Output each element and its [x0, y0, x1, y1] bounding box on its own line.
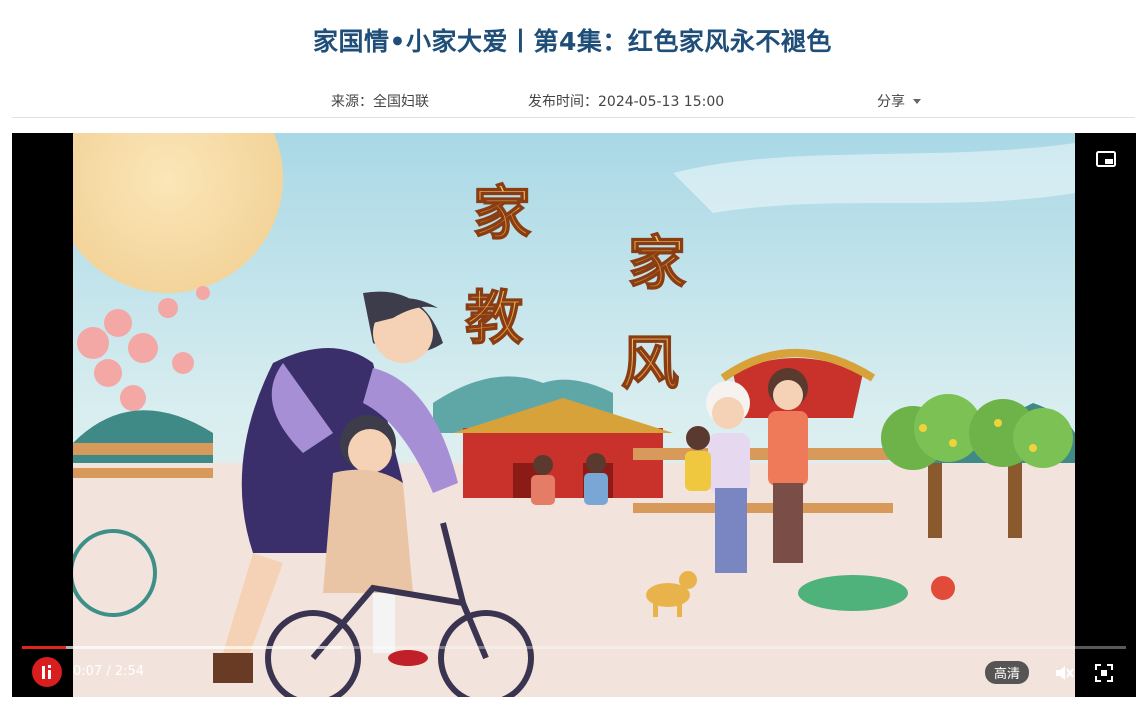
publish-time: 发布时间：2024-05-13 15:00 — [528, 94, 725, 110]
article-title: 家国情•小家大爱丨第4集：红色家风永不褪色 — [313, 27, 832, 56]
gate-building — [463, 428, 663, 498]
fullscreen-icon[interactable] — [1095, 664, 1113, 682]
player-logo-icon[interactable] — [32, 657, 62, 687]
video-frame[interactable]: 家 教 家 风 — [73, 133, 1075, 697]
article-page: 家国情•小家大爱丨第4集：红色家风永不褪色 来源：全国妇联 发布时间：2024-… — [0, 0, 1145, 725]
mother-figure-right — [768, 368, 808, 563]
article-source: 来源：全国妇联 — [331, 94, 429, 110]
chevron-down-icon — [913, 98, 921, 104]
control-bar: 0:07 / 2:54 高清 — [12, 653, 1136, 697]
quality-button[interactable]: 高清 — [985, 661, 1030, 684]
calligraphy-char: 风 — [621, 329, 679, 397]
video-player[interactable]: 家 教 家 风 0:07 / 2:54 高清 — [12, 133, 1136, 697]
share-label: 分享 — [877, 94, 905, 110]
picture-in-picture-icon[interactable] — [1096, 151, 1116, 167]
calligraphy-char: 教 — [465, 284, 523, 352]
time-display: 0:07 / 2:54 — [73, 664, 145, 679]
meta-divider — [12, 117, 1135, 118]
video-artwork: 家 教 家 风 — [73, 133, 1075, 697]
muted-speaker-icon[interactable] — [1054, 664, 1074, 682]
progress-bar[interactable] — [22, 646, 1126, 649]
child-figure-right — [685, 426, 711, 491]
progress-played — [22, 646, 67, 649]
progress-buffered — [22, 646, 343, 649]
article-meta: 来源：全国妇联 发布时间：2024-05-13 15:00 分享 — [0, 89, 1145, 111]
calligraphy-char: 家 — [473, 179, 531, 247]
share-dropdown[interactable]: 分享 — [877, 91, 921, 111]
calligraphy-char: 家 — [628, 229, 686, 297]
